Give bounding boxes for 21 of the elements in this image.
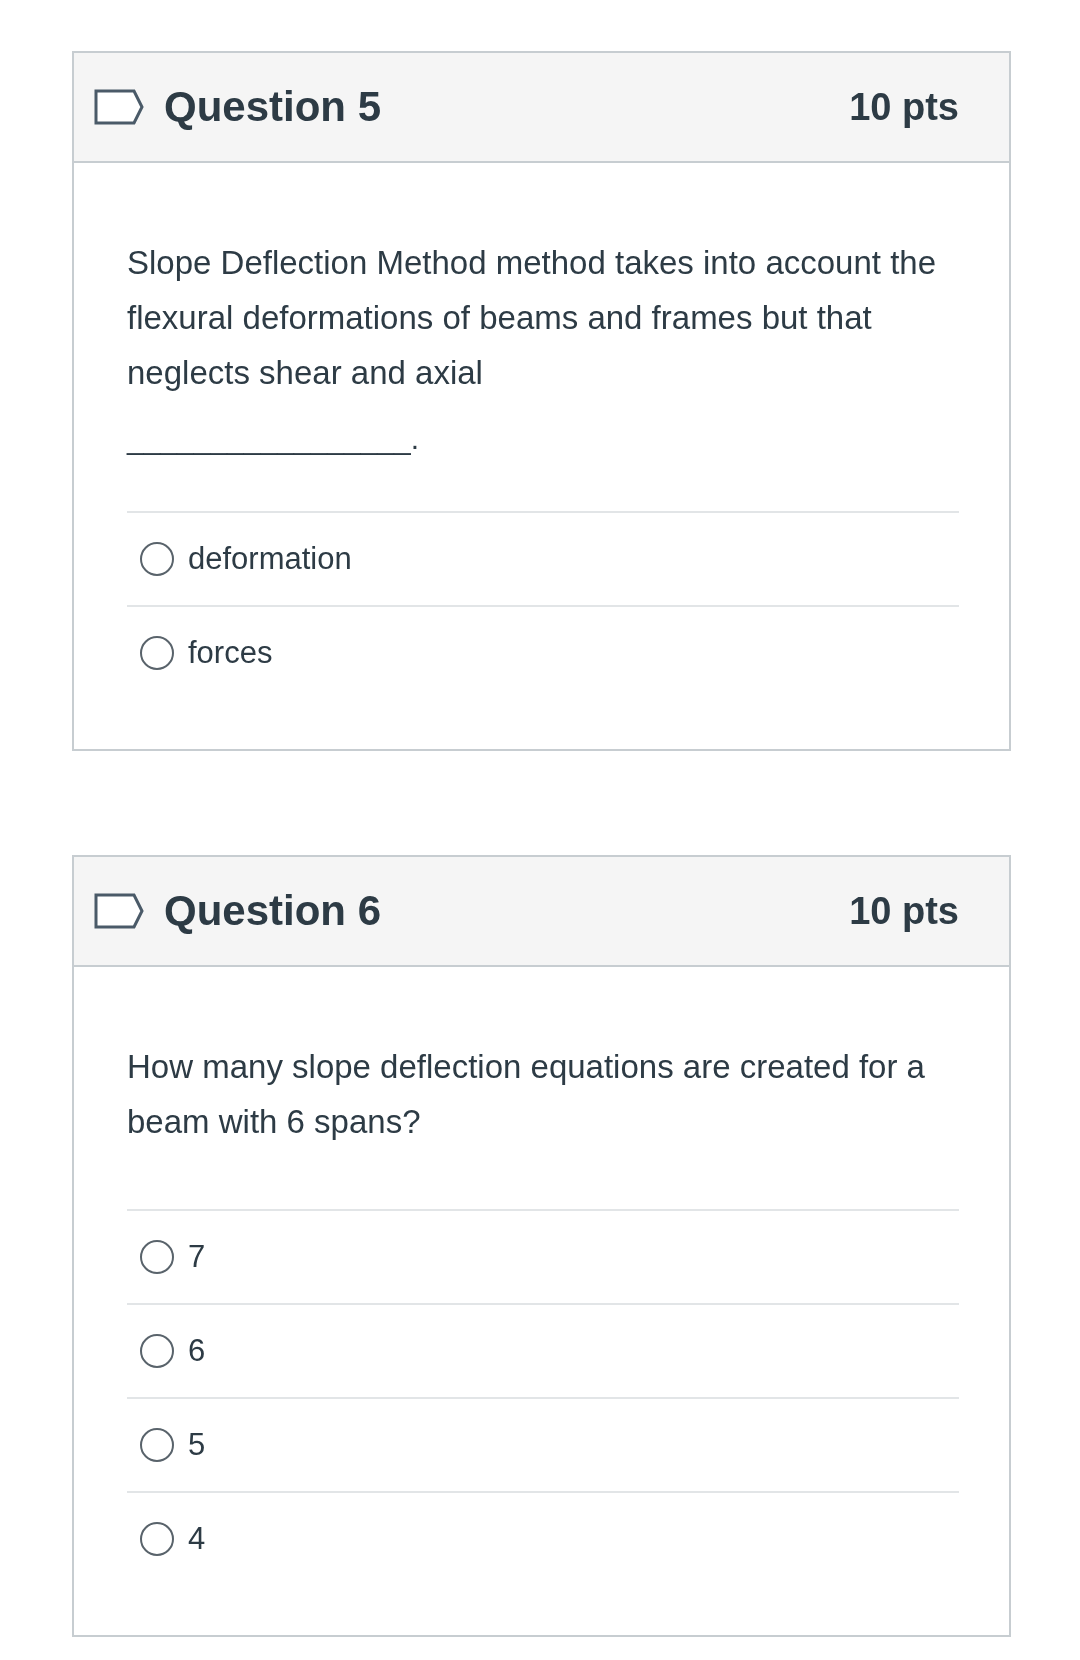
answer-label[interactable]: 5 bbox=[188, 1427, 206, 1463]
radio-button[interactable] bbox=[140, 1334, 174, 1368]
points-label: 10 pts bbox=[849, 889, 959, 933]
points-label: 10 pts bbox=[849, 85, 959, 129]
radio-button[interactable] bbox=[140, 1428, 174, 1462]
radio-button[interactable] bbox=[140, 1522, 174, 1556]
radio-button[interactable] bbox=[140, 636, 174, 670]
question-text: How many slope deflection equations are created for a beam with 6 spans? bbox=[127, 1047, 926, 1142]
answer-label[interactable]: deformation bbox=[188, 541, 352, 577]
answer-label[interactable]: forces bbox=[188, 635, 273, 671]
flag-icon[interactable] bbox=[94, 89, 144, 125]
answer-label[interactable]: 6 bbox=[188, 1333, 206, 1369]
answer-label[interactable]: 7 bbox=[188, 1239, 206, 1275]
blank-line: _________________. bbox=[127, 422, 419, 456]
question-text: Slope Deflection Method method takes into account the flexural deformations of beams and frames but that neglects shear and axial bbox=[127, 243, 937, 393]
flag-icon[interactable] bbox=[94, 893, 144, 929]
answer-label[interactable]: 4 bbox=[188, 1521, 206, 1557]
radio-button[interactable] bbox=[140, 1240, 174, 1274]
radio-button[interactable] bbox=[140, 542, 174, 576]
question-title: Question 5 bbox=[164, 83, 383, 131]
question-title: Question 6 bbox=[164, 887, 383, 935]
